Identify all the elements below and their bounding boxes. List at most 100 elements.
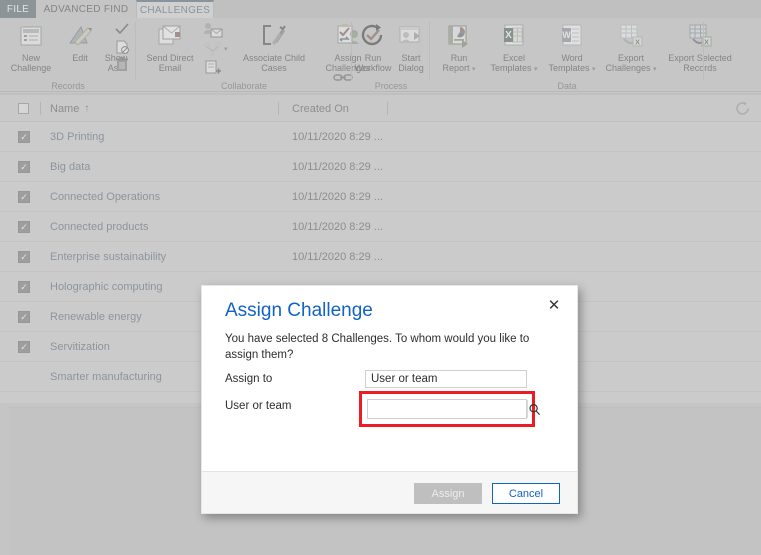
- cancel-button[interactable]: Cancel: [492, 483, 560, 504]
- select-all-checkbox[interactable]: [18, 103, 29, 114]
- svg-text:X: X: [505, 30, 512, 41]
- column-header-created-on-label: Created On: [292, 102, 349, 115]
- ribbon-tabstrip: FILE ADVANCED FIND CHALLENGES: [0, 0, 761, 18]
- ribbon-button-run-report[interactable]: Run Report ▾: [434, 21, 484, 75]
- ribbon-icon-connections[interactable]: [202, 40, 224, 58]
- run-workflow-icon: [360, 21, 386, 51]
- chevron-down-icon-connections[interactable]: ▾: [224, 45, 228, 53]
- export-selected-records-icon: X: [687, 21, 714, 51]
- ribbon-group-data: Run Report ▾ X Excel Templates ▾ W Word …: [430, 18, 732, 92]
- tab-challenges[interactable]: CHALLENGES: [136, 0, 214, 18]
- word-templates-icon: W: [559, 21, 585, 51]
- associate-child-cases-icon: [261, 21, 288, 51]
- ribbon: New Challenge Edit Show As ▾: [0, 18, 761, 92]
- refresh-icon[interactable]: [734, 100, 751, 122]
- assign-button[interactable]: Assign: [414, 483, 482, 504]
- magnifier-icon[interactable]: [527, 400, 541, 418]
- dialog-description: You have selected 8 Challenges. To whom …: [225, 333, 530, 361]
- export-challenges-icon: X: [618, 21, 645, 51]
- row-checkbox[interactable]: ✓: [18, 341, 30, 353]
- cell-name[interactable]: Servitization: [50, 332, 110, 362]
- table-row[interactable]: ✓ Connected products 10/11/2020 8:29 ...: [0, 212, 761, 242]
- table-row[interactable]: ✓ Enterprise sustainability 10/11/2020 8:2…: [0, 242, 761, 272]
- user-or-team-input[interactable]: [368, 400, 527, 418]
- chevron-down-icon-export[interactable]: ▾: [653, 66, 657, 73]
- chevron-down-icon-run-report[interactable]: ▾: [472, 66, 476, 73]
- ribbon-button-export-challenges[interactable]: X Export Challenges ▾: [602, 21, 660, 75]
- edit-pencil-ruler-icon: [67, 21, 93, 51]
- row-checkbox[interactable]: ✓: [18, 281, 30, 293]
- tab-advanced-find[interactable]: ADVANCED FIND: [36, 0, 136, 18]
- chevron-down-icon-word[interactable]: ▾: [592, 66, 596, 73]
- send-direct-email-icon: [157, 21, 184, 51]
- ribbon-label-run-report: Run Report ▾: [442, 53, 476, 73]
- ribbon-button-start-dialog[interactable]: Start Dialog: [394, 21, 428, 73]
- ribbon-icon-add-connection[interactable]: [202, 21, 224, 39]
- ribbon-label-export-challenges: Export Challenges ▾: [605, 53, 657, 73]
- column-separator[interactable]: [387, 102, 388, 115]
- ribbon-label-run-workflow: Run Workflow: [354, 53, 392, 73]
- ribbon-button-new-challenge[interactable]: New Challenge: [2, 21, 60, 73]
- cell-created-on: 10/11/2020 8:29 ...: [292, 221, 383, 233]
- column-separator[interactable]: [40, 102, 41, 115]
- excel-templates-icon: X: [501, 21, 527, 51]
- ribbon-button-excel-templates[interactable]: X Excel Templates ▾: [486, 21, 542, 75]
- cell-name[interactable]: Enterprise sustainability: [50, 242, 166, 272]
- ribbon-icon-deactivate[interactable]: [113, 39, 131, 54]
- cell-name[interactable]: Smarter manufacturing: [50, 362, 162, 392]
- run-report-icon: [446, 21, 473, 51]
- field-label-user-or-team: User or team: [225, 400, 292, 412]
- cell-name[interactable]: 3D Printing: [50, 122, 104, 152]
- user-or-team-lookup: [367, 399, 541, 419]
- table-row[interactable]: ✓ Big data 10/11/2020 8:29 ...: [0, 152, 761, 182]
- ribbon-button-edit[interactable]: Edit: [62, 21, 98, 63]
- column-header-name[interactable]: Name ↑: [50, 95, 89, 122]
- table-row[interactable]: ✓ Connected Operations 10/11/2020 8:29 ...: [0, 182, 761, 212]
- cell-name[interactable]: Renewable energy: [50, 302, 142, 332]
- cell-created-on: 10/11/2020 8:29 ...: [292, 251, 383, 263]
- assign-to-select[interactable]: User or team: [365, 370, 527, 388]
- cell-name[interactable]: Connected products: [50, 212, 148, 242]
- ribbon-button-export-selected-records[interactable]: X Export Selected Records: [662, 21, 738, 73]
- ribbon-group-title-process: Process: [374, 81, 408, 91]
- tab-file[interactable]: FILE: [0, 0, 36, 18]
- ribbon-icon-add-to-queue[interactable]: [202, 59, 224, 77]
- row-checkbox[interactable]: ✓: [18, 161, 30, 173]
- cell-created-on: 10/11/2020 8:29 ...: [292, 191, 383, 203]
- row-checkbox[interactable]: ✓: [18, 251, 30, 263]
- close-icon[interactable]: ✕: [545, 296, 563, 314]
- ribbon-group-process: Run Workflow Start Dialog Process: [352, 18, 430, 92]
- ribbon-group-collaborate: Send Direct Email ▾ Associate Child Case…: [136, 18, 371, 92]
- cell-name[interactable]: Connected Operations: [50, 182, 160, 212]
- ribbon-label-associate-child-cases: Associate Child Cases: [242, 53, 306, 73]
- ribbon-icon-delete[interactable]: [113, 56, 131, 72]
- ribbon-button-run-workflow[interactable]: Run Workflow: [354, 21, 392, 73]
- row-checkbox[interactable]: ✓: [18, 191, 30, 203]
- cell-name[interactable]: Big data: [50, 152, 90, 182]
- ribbon-label-word-templates: Word Templates ▾: [548, 53, 596, 73]
- cell-name[interactable]: Holographic computing: [50, 272, 163, 302]
- table-row[interactable]: ✓ 3D Printing 10/11/2020 8:29 ...: [0, 122, 761, 152]
- cell-created-on: 10/11/2020 8:29 ...: [292, 131, 383, 143]
- chevron-down-icon-excel[interactable]: ▾: [534, 66, 538, 73]
- ribbon-icon-check[interactable]: [113, 22, 131, 37]
- svg-text:X: X: [703, 38, 708, 47]
- dialog-footer: Assign Cancel: [202, 471, 577, 513]
- column-header-created-on[interactable]: Created On: [292, 95, 349, 122]
- ribbon-button-associate-child-cases[interactable]: Associate Child Cases: [232, 21, 316, 73]
- ribbon-button-send-direct-email[interactable]: Send Direct Email: [140, 21, 200, 73]
- ribbon-group-title-collaborate: Collaborate: [220, 81, 268, 91]
- column-separator[interactable]: [278, 102, 279, 115]
- ribbon-label-excel-templates: Excel Templates ▾: [490, 53, 538, 73]
- grid-header: Name ↑ Created On: [0, 95, 761, 122]
- new-record-icon: [18, 21, 44, 51]
- ribbon-button-word-templates[interactable]: W Word Templates ▾: [544, 21, 600, 75]
- row-checkbox[interactable]: ✓: [18, 311, 30, 323]
- ribbon-group-title-data: Data: [557, 81, 577, 91]
- ribbon-group-records: New Challenge Edit Show As ▾: [0, 18, 136, 92]
- ribbon-label-export-selected-records: Export Selected Records: [668, 53, 732, 73]
- field-label-assign-to: Assign to: [225, 373, 273, 385]
- row-checkbox[interactable]: ✓: [18, 131, 30, 143]
- row-checkbox[interactable]: ✓: [18, 221, 30, 233]
- dialog-title: Assign Challenge: [225, 300, 373, 321]
